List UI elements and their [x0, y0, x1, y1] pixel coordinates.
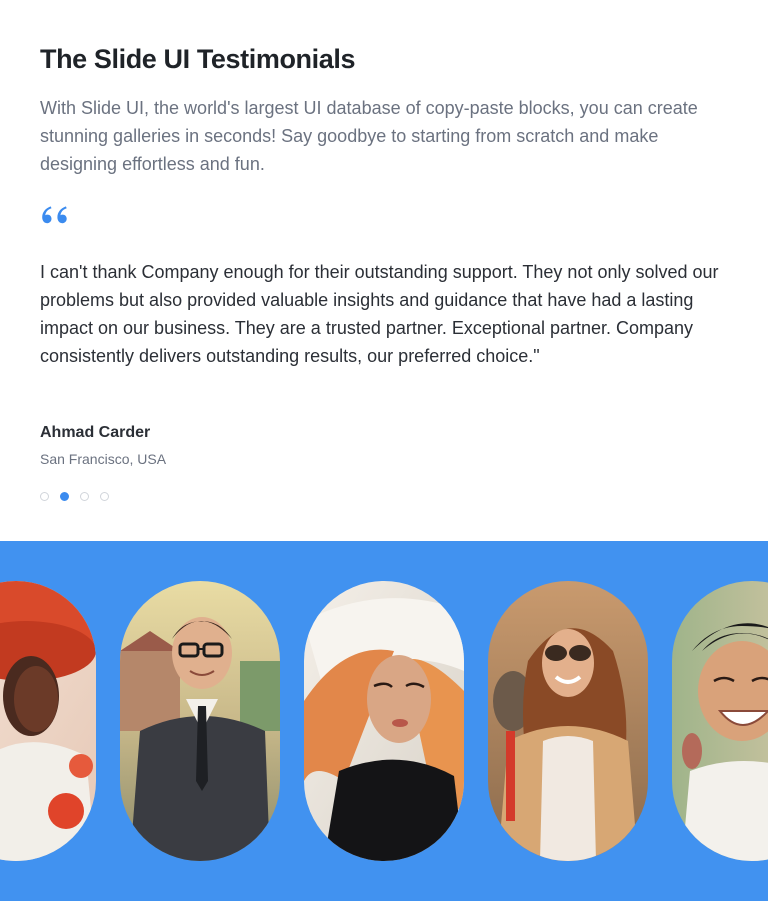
pagination-dot-4[interactable] [100, 492, 109, 501]
portrait-woman-red-hat [0, 581, 96, 861]
portrait-woman-windswept-hair [304, 581, 464, 861]
pagination-dot-2[interactable] [60, 492, 69, 501]
portrait-man-smiling [672, 581, 768, 861]
pagination-dot-1[interactable] [40, 492, 49, 501]
photo-gallery-band [0, 541, 768, 901]
quote-mark-icon [42, 206, 67, 224]
testimonial-quote: I can't thank Company enough for their o… [40, 262, 719, 366]
pagination-dot-3[interactable] [80, 492, 89, 501]
author-location: San Francisco, USA [40, 451, 167, 467]
portrait-woman-sunglasses [488, 581, 648, 861]
author-name: Ahmad Carder [40, 424, 151, 441]
page-title: The Slide UI Testimonials [40, 44, 356, 74]
page-subtitle: With Slide UI, the world's largest UI da… [40, 98, 698, 174]
portrait-man-glasses-suit [120, 581, 280, 861]
